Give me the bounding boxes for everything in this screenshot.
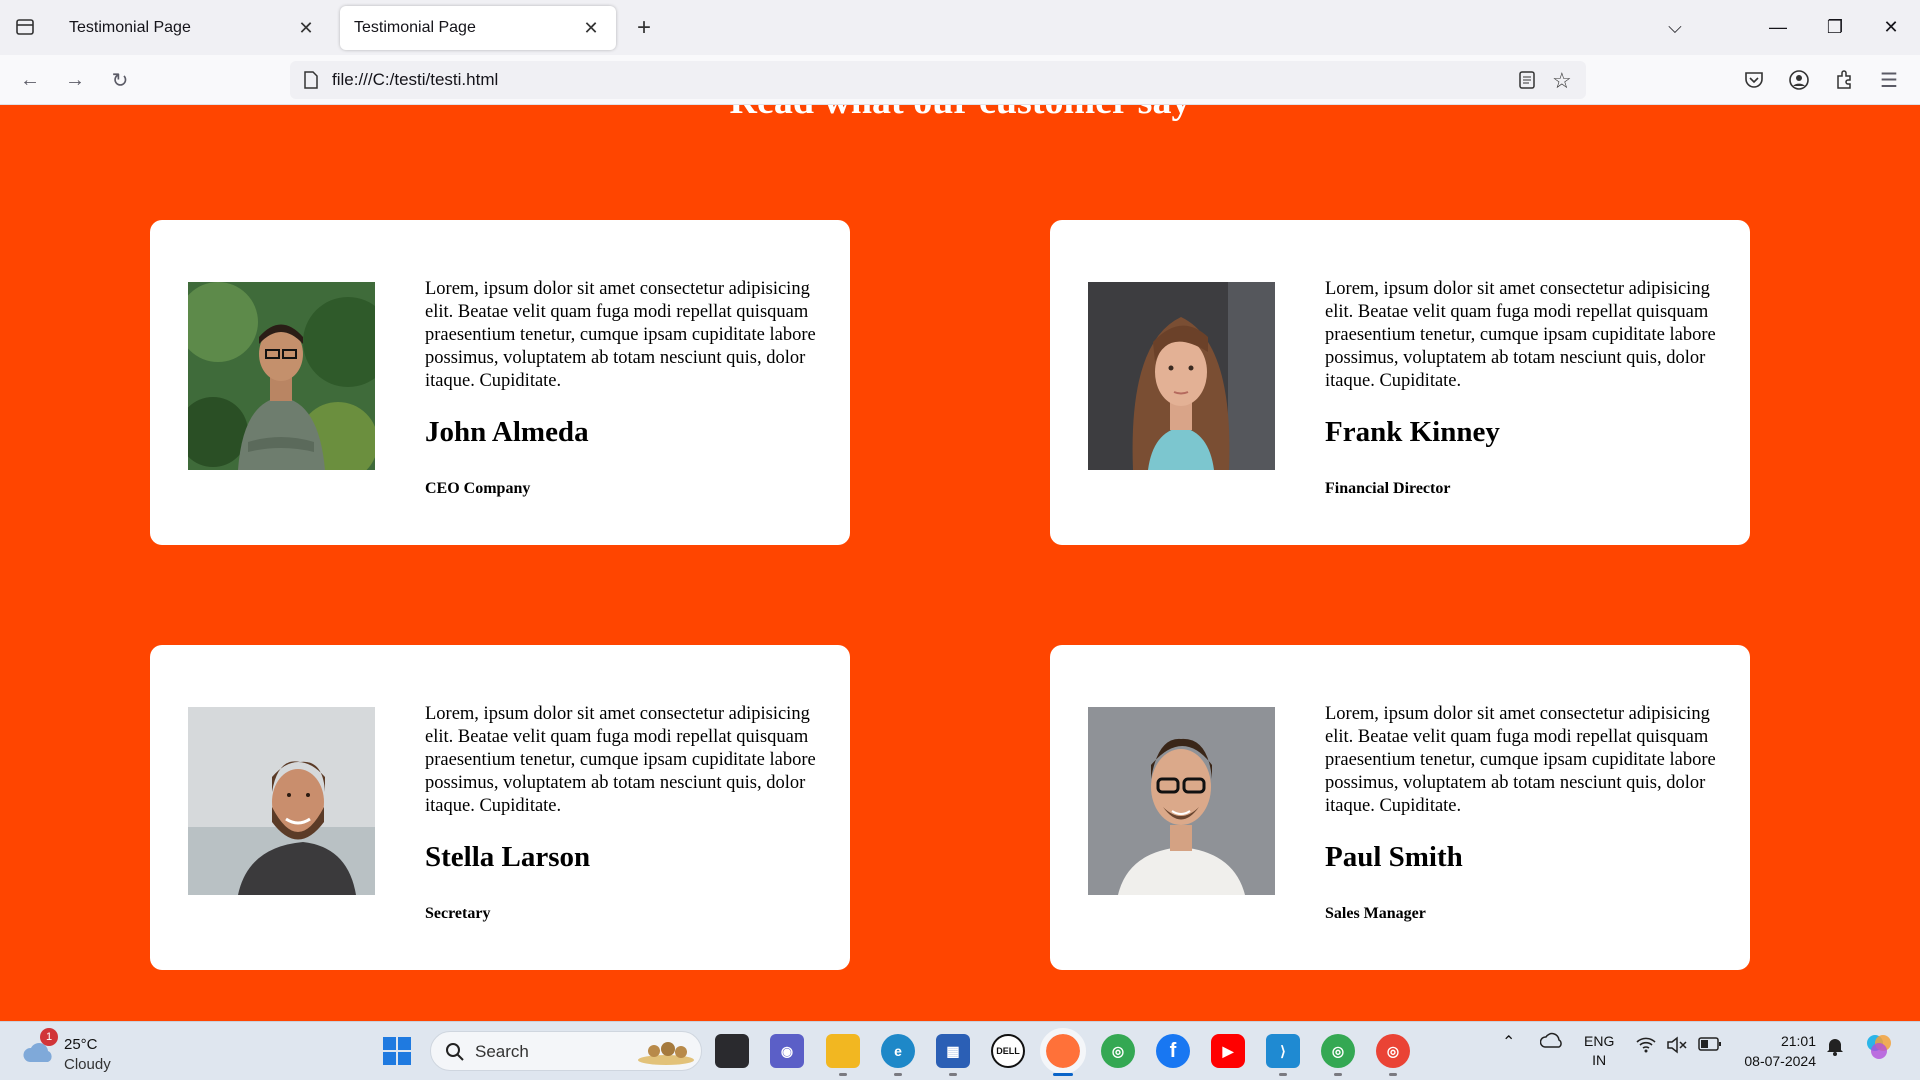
testimonial-name: Stella Larson	[425, 841, 591, 873]
system-clock[interactable]: 21:01 08-07-2024	[1736, 1031, 1816, 1071]
pocket-icon[interactable]	[1738, 64, 1770, 96]
tab-title: Testimonial Page	[354, 19, 476, 36]
testimonial-role: Sales Manager	[1325, 905, 1426, 922]
clock-time: 21:01	[1780, 1033, 1816, 1049]
language-indicator[interactable]: ENG IN	[1584, 1032, 1614, 1070]
weather-condition: Cloudy	[64, 1056, 111, 1073]
chrome-profile-icon[interactable]: ◎	[1321, 1034, 1355, 1076]
firefox-icon[interactable]	[1040, 1028, 1086, 1076]
browser-tab-bar: Testimonial Page ✕ Testimonial Page ✕ + …	[0, 0, 1920, 55]
chevron-up-icon[interactable]: ⌃	[1502, 1032, 1515, 1052]
new-tab-button[interactable]: +	[630, 14, 658, 42]
taskbar-search[interactable]: Search	[430, 1031, 702, 1071]
testimonial-text: Lorem, ipsum dolor sit amet consectetur …	[1325, 704, 1716, 816]
chevron-down-icon[interactable]: ⌵	[1660, 12, 1690, 42]
weather-widget[interactable]: 1 25°C Cloudy	[18, 1028, 128, 1074]
browser-nav-bar: ← → ↻ file:///C:/testi/testi.html ☆ ☰	[0, 55, 1920, 105]
testimonial-role: CEO Company	[425, 480, 531, 497]
search-highlight-icon	[638, 1042, 694, 1065]
testimonial-card: Lorem, ipsum dolor sit amet consectetur …	[1050, 645, 1750, 970]
testimonial-card: Lorem, ipsum dolor sit amet consectetur …	[150, 645, 850, 970]
url-text: file:///C:/testi/testi.html	[332, 70, 499, 89]
testimonial-name: Frank Kinney	[1325, 416, 1500, 448]
search-icon	[446, 1043, 464, 1061]
reader-view-icon[interactable]	[1518, 70, 1536, 95]
volume-muted-icon[interactable]	[1666, 1036, 1688, 1057]
testimonial-card: Lorem, ipsum dolor sit amet consectetur …	[1050, 220, 1750, 545]
close-icon[interactable]: ✕	[295, 17, 317, 39]
testimonial-text: Lorem, ipsum dolor sit amet consectetur …	[425, 279, 816, 391]
language-line2: IN	[1592, 1052, 1607, 1068]
notification-bell-icon[interactable]	[1826, 1036, 1844, 1059]
testimonial-name: John Almeda	[425, 416, 589, 448]
forward-button[interactable]: →	[59, 64, 91, 96]
start-button[interactable]	[382, 1036, 412, 1071]
minimize-button[interactable]: —	[1763, 12, 1793, 42]
chrome-profile-icon[interactable]: ◎	[1376, 1034, 1410, 1076]
page-icon	[300, 69, 322, 91]
back-button[interactable]: ←	[14, 64, 46, 96]
bookmark-star-icon[interactable]: ☆	[1552, 68, 1572, 94]
onedrive-icon[interactable]	[1539, 1032, 1564, 1051]
wifi-icon[interactable]	[1636, 1037, 1656, 1056]
menu-icon[interactable]: ☰	[1873, 64, 1905, 96]
facebook-icon[interactable]: f	[1156, 1034, 1190, 1068]
account-icon[interactable]	[1783, 64, 1815, 96]
testimonial-text: Lorem, ipsum dolor sit amet consectetur …	[425, 704, 816, 816]
battery-icon[interactable]	[1698, 1037, 1722, 1054]
avatar-photo	[1088, 282, 1275, 470]
notification-badge: 1	[40, 1028, 58, 1046]
windows-logo-icon	[383, 1037, 411, 1065]
store-icon[interactable]: ▦	[936, 1034, 970, 1076]
file-explorer-icon[interactable]	[826, 1034, 860, 1076]
language-line1: ENG	[1584, 1033, 1615, 1049]
meet-icon[interactable]: ◉	[770, 1034, 804, 1068]
dell-icon[interactable]: DELL	[991, 1034, 1025, 1068]
vscode-icon[interactable]: ⟩	[1266, 1034, 1300, 1076]
testimonial-role: Secretary	[425, 905, 491, 922]
edge-icon[interactable]: e	[881, 1034, 915, 1076]
close-window-button[interactable]: ✕	[1876, 12, 1906, 42]
copilot-icon[interactable]	[1864, 1032, 1894, 1065]
page-heading: Read what our customer say	[0, 105, 1920, 123]
testimonial-name: Paul Smith	[1325, 841, 1463, 873]
close-icon[interactable]: ✕	[580, 17, 602, 39]
extensions-icon[interactable]	[1828, 64, 1860, 96]
task-view-icon[interactable]	[715, 1034, 749, 1068]
search-label: Search	[475, 1042, 529, 1061]
youtube-icon[interactable]: ▶	[1211, 1034, 1245, 1068]
clock-date: 08-07-2024	[1744, 1053, 1816, 1069]
avatar-photo	[1088, 707, 1275, 895]
restore-button[interactable]: ❐	[1820, 12, 1850, 42]
testimonial-role: Financial Director	[1325, 480, 1451, 497]
tab-title: Testimonial Page	[69, 19, 191, 36]
avatar-photo	[188, 282, 375, 470]
windows-taskbar: 1 25°C Cloudy Search ◉ e ▦ DELL ◎ f ▶ ⟩ …	[0, 1021, 1920, 1080]
page-viewport: Read what our customer say Lorem, ipsum …	[0, 105, 1920, 1021]
tab-testimonial-2[interactable]: Testimonial Page ✕	[340, 6, 616, 50]
testimonial-card: Lorem, ipsum dolor sit amet consectetur …	[150, 220, 850, 545]
testimonial-text: Lorem, ipsum dolor sit amet consectetur …	[1325, 279, 1716, 391]
reload-button[interactable]: ↻	[104, 64, 136, 96]
weather-temp: 25°C	[64, 1036, 98, 1053]
tab-list-icon[interactable]	[12, 14, 38, 40]
url-bar[interactable]: file:///C:/testi/testi.html ☆	[290, 61, 1586, 99]
avatar-photo	[188, 707, 375, 895]
tab-testimonial-1[interactable]: Testimonial Page ✕	[55, 6, 331, 50]
chrome-icon[interactable]: ◎	[1101, 1034, 1135, 1068]
